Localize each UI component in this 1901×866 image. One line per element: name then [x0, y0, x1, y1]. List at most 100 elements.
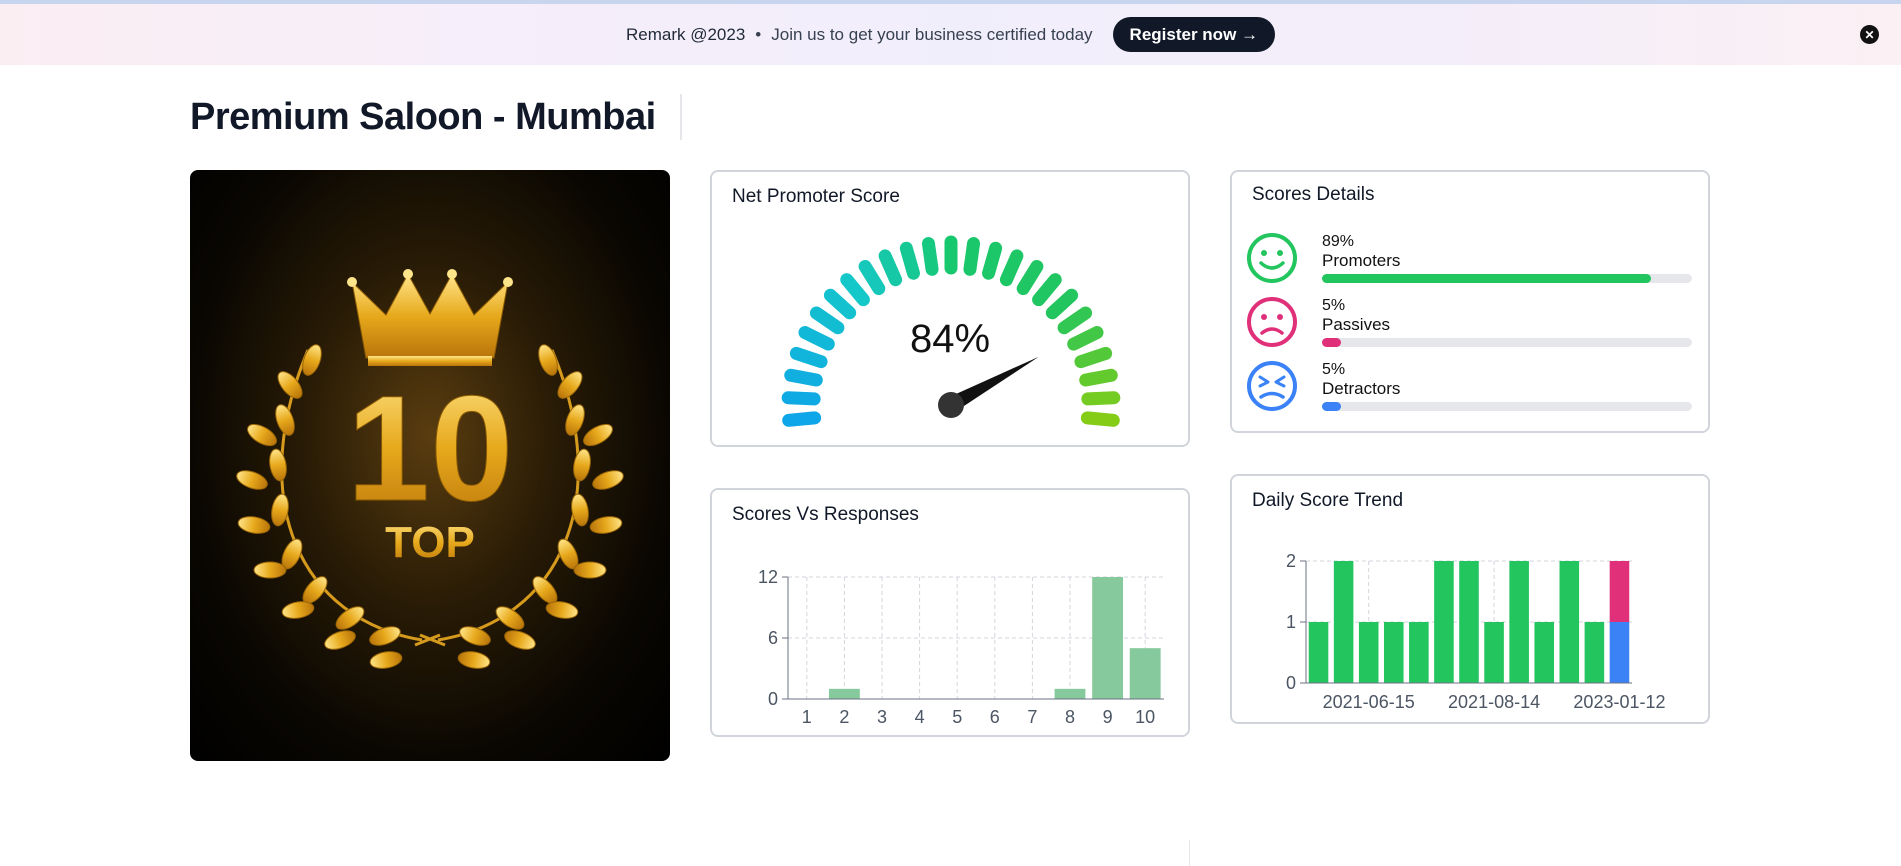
- gauge-tick: [840, 273, 870, 307]
- bar-segment: [1559, 561, 1580, 683]
- x-tick-label: 10: [1135, 707, 1155, 727]
- bar-segment: [1383, 622, 1404, 683]
- register-now-button[interactable]: Register now →: [1112, 17, 1276, 52]
- nps-card: Net Promoter Score 84%: [710, 170, 1190, 447]
- x-tick-label: 1: [802, 707, 812, 727]
- gauge-tick: [858, 259, 886, 296]
- detractors-progress-fill: [1322, 402, 1341, 411]
- nps-gauge: 84%: [781, 235, 1121, 427]
- top-10-badge-image: 10 TOP: [190, 170, 670, 761]
- smile-face-icon: [1247, 233, 1297, 283]
- gauge-tick: [1032, 273, 1062, 307]
- promoters-label: Promoters: [1322, 251, 1401, 270]
- page-title: Premium Saloon - Mumbai: [190, 96, 656, 138]
- score-row-detractors: 5% Detractors: [1246, 360, 1696, 416]
- gauge-needle-hub: [938, 392, 964, 418]
- gauge-tick: [781, 391, 821, 406]
- gauge-tick: [1045, 288, 1079, 320]
- gauge-tick: [963, 237, 981, 276]
- gauge-tick: [809, 306, 845, 335]
- bar-segment: [1434, 561, 1454, 683]
- gauge-tick: [784, 368, 823, 387]
- passives-progress-fill: [1322, 338, 1341, 347]
- detractors-percent: 5%: [1322, 361, 1346, 378]
- close-icon[interactable]: ✕: [1860, 25, 1879, 44]
- y-tick-label: 6: [768, 628, 778, 648]
- x-tick-label: 7: [1027, 707, 1037, 727]
- gauge-tick: [789, 346, 828, 369]
- bar-segment: [1308, 622, 1329, 683]
- y-tick-label: 0: [1286, 673, 1296, 693]
- bar: [1129, 648, 1161, 699]
- bar-segment: [1409, 622, 1429, 683]
- x-tick-label: 4: [915, 707, 925, 727]
- promoters-progress-bar: [1322, 274, 1692, 283]
- gauge-tick: [982, 241, 1003, 280]
- gauge-tick: [1016, 259, 1044, 296]
- y-tick-label: 1: [1286, 612, 1296, 632]
- promo-banner: Remark @2023 • Join us to get your busin…: [0, 4, 1901, 65]
- angry-face-icon: [1247, 361, 1297, 411]
- y-tick-label: 12: [758, 567, 778, 587]
- neutral-face-icon: [1247, 297, 1297, 347]
- passives-label: Passives: [1322, 315, 1391, 334]
- detractors-label: Detractors: [1322, 379, 1401, 398]
- gauge-tick: [878, 249, 903, 287]
- x-tick-label: 2: [839, 707, 849, 727]
- bar-segment: [1484, 622, 1504, 683]
- bar-segment: [1509, 561, 1529, 683]
- gauge-tick: [823, 288, 857, 320]
- x-tick-label: 2023-01-12: [1573, 692, 1665, 712]
- daily-score-trend-card: Daily Score Trend 0 1 2 2021-06-15 2021-08-1…: [1230, 474, 1710, 724]
- crown-icon: [347, 269, 513, 366]
- bar-segment: [1609, 622, 1630, 683]
- detractors-progress-bar: [1322, 402, 1692, 411]
- bar-segment: [1609, 561, 1630, 622]
- banner-message: Join us to get your business certified t…: [771, 24, 1093, 44]
- bar: [1092, 577, 1124, 699]
- y-tick-label: 0: [768, 689, 778, 709]
- gauge-tick: [999, 249, 1024, 287]
- scores-vs-responses-chart: 06121 2 3 4 5 6 7 8 9 10: [758, 567, 1164, 727]
- promoters-progress-fill: [1322, 274, 1652, 283]
- bar-segment: [1358, 622, 1379, 683]
- badge-number: 10: [347, 364, 514, 532]
- bottom-divider: [1189, 840, 1190, 866]
- y-tick-label: 2: [1286, 551, 1296, 571]
- gauge-tick: [798, 326, 835, 351]
- score-row-promoters: 89% Promoters: [1246, 232, 1696, 288]
- gauge-tick: [1079, 368, 1118, 387]
- promoters-percent: 89%: [1322, 233, 1355, 250]
- gauge-tick: [782, 411, 822, 427]
- bar: [1054, 688, 1086, 699]
- gauge-tick: [1081, 391, 1121, 406]
- scores-details-card: Scores Details 89% Promoters 5% Passives…: [1230, 170, 1710, 433]
- x-tick-label: 6: [990, 707, 1000, 727]
- banner-brand: Remark @2023: [625, 24, 746, 44]
- passives-percent: 5%: [1322, 297, 1346, 314]
- x-tick-label: 2021-06-15: [1323, 692, 1415, 712]
- score-row-passives: 5% Passives: [1246, 296, 1696, 352]
- title-divider: [680, 94, 682, 140]
- x-tick-label: 5: [952, 707, 962, 727]
- x-tick-label: 3: [877, 707, 887, 727]
- badge-word: TOP: [385, 518, 475, 567]
- bar-segment: [1333, 561, 1354, 683]
- scores-details-title: Scores Details: [1252, 184, 1375, 205]
- gauge-tick: [1080, 411, 1120, 427]
- gauge-tick: [921, 237, 939, 276]
- passives-progress-bar: [1322, 338, 1692, 347]
- gauge-tick: [1067, 326, 1104, 351]
- scores-vs-responses-card: Scores Vs Responses 0 6 12 1 2 3 4 5 6 7 8 9 10: [710, 488, 1190, 737]
- bar-segment: [1584, 622, 1605, 683]
- x-tick-label: 8: [1065, 707, 1075, 727]
- bar-segment: [1459, 561, 1479, 683]
- x-tick-label: 9: [1103, 707, 1113, 727]
- daily-score-trend-chart: 0 1 2 2021-06-15 2021-08-14 2023-01-12: [1286, 551, 1666, 712]
- banner-separator: •: [755, 24, 762, 44]
- gauge-tick: [1074, 346, 1113, 369]
- bar-segment: [1534, 622, 1555, 683]
- nps-value-label: 84%: [910, 317, 990, 361]
- gauge-tick: [1057, 306, 1093, 335]
- x-tick-label: 2021-08-14: [1448, 692, 1540, 712]
